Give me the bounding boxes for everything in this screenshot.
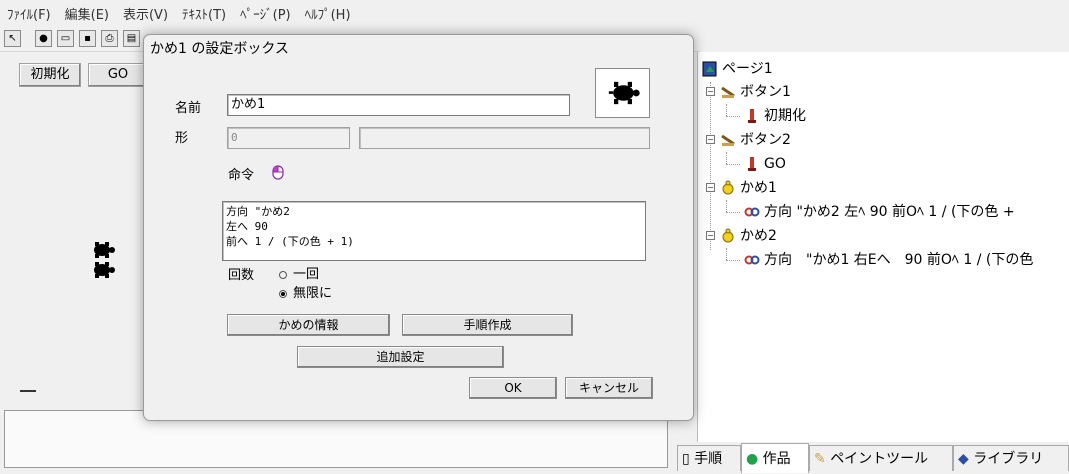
script-line: 方向 "かめ2 [226,205,290,218]
infinite-loop-icon [744,207,760,217]
tree-line [710,82,711,250]
tree-item-turtle1[interactable]: かめ1 [720,177,777,199]
collapse-icon[interactable]: − [706,87,715,96]
brush-icon: ✎ [814,451,831,467]
tree-label-page: ページ1 [722,61,773,77]
tree-label-button2: ボタン2 [740,132,791,148]
menu-edit[interactable]: 編集(E) [58,4,116,23]
command-script-field[interactable]: 方向 "かめ2 左へ 90 前へ 1 / (下の色 + 1) [222,201,646,261]
print-icon[interactable]: ⎙ [101,30,118,47]
page-icon [702,61,717,77]
radio-infinite-indicator [279,289,287,298]
command-label: 命令 [228,168,255,183]
tab-paint-tool[interactable]: ✎ ペイントツール [809,445,953,471]
infinite-loop-icon [744,255,760,265]
script-icon [748,109,756,123]
globe-icon[interactable]: ● [35,30,52,47]
globe-icon: ● [746,451,763,467]
radio-once[interactable]: 一回 [279,263,319,282]
count-label: 回数 [228,268,255,283]
tab-library-label: ライブラリ [973,451,1044,467]
button-object-icon [721,86,735,98]
ok-button[interactable]: OK [469,377,557,399]
tree-line [726,260,740,261]
tab-paint-tool-label: ペイントツール [830,451,929,467]
pointer-icon[interactable]: ↖ [4,30,21,47]
tree-label-turtle1-script: 方向 "かめ2 左ﾍ 90 前Oﾍ 1 / (下の色 + [764,204,1015,220]
tree-line [726,104,727,116]
tab-library[interactable]: ◆ ライブラリ [953,445,1069,471]
script-line: 前へ 1 / (下の色 + 1) [226,235,354,248]
open-folder-icon[interactable]: ▭ [57,30,74,47]
collapse-icon[interactable]: − [706,135,715,144]
collapse-icon[interactable]: − [706,183,715,192]
shape-number-field[interactable]: 0 [227,127,350,149]
turtle-settings-dialog: かめ1 の設定ボックス 名前 かめ1 形 0 命令 方向 "かめ2 左へ 90 … [143,34,694,421]
name-label: 名前 [175,101,202,116]
tree-label-button1-script: 初期化 [764,108,806,124]
tree-item-button2[interactable]: ボタン2 [720,129,791,151]
save-icon[interactable]: ▪ [79,30,96,47]
tree-line [726,200,727,212]
tree-item-turtle2[interactable]: かめ2 [720,225,777,247]
radio-infinite[interactable]: 無限に [279,282,332,301]
menu-view[interactable]: 表示(V) [116,4,175,23]
tree-line [726,212,740,213]
tree-line [726,248,727,260]
tree-label-turtle2-script: 方向 "かめ1 右Eへ 90 前Oﾍ 1 / (下の色 [764,252,1034,268]
menu-file[interactable]: ﾌｧｲﾙ(F) [0,4,58,23]
turtle-preview[interactable] [595,68,650,118]
tab-works[interactable]: ● 作品 [741,443,809,473]
tab-bar: ▯ 手順 ● 作品 ✎ ペイントツール ◆ ライブラリ [675,443,1069,474]
init-button[interactable]: 初期化 [19,63,81,87]
tree-item-page[interactable]: ページ1 [702,58,773,80]
turtle-object-icon [722,180,734,195]
menu-help[interactable]: ﾍﾙﾌﾟ(H) [298,4,358,23]
dialog-title: かめ1 の設定ボックス [150,41,289,57]
toolbar-icon[interactable]: ▤ [123,30,140,47]
tab-works-label: 作品 [762,451,791,467]
menu-page[interactable]: ﾍﾟｰｼﾞ(P) [233,4,297,23]
menu-text[interactable]: ﾃｷｽﾄ(T) [175,4,233,23]
shapes-icon: ◆ [958,451,974,467]
turtle-info-button[interactable]: かめの情報 [227,314,390,336]
turtle-sprite-2[interactable] [92,261,116,279]
script-line: 左へ 90 [226,220,268,233]
tab-procedure-label: 手順 [694,451,723,467]
button-object-icon [721,134,735,146]
tree-item-button1[interactable]: ボタン1 [720,81,791,103]
name-field[interactable]: かめ1 [227,94,570,116]
shape-label: 形 [175,131,189,146]
menu-bar: ﾌｧｲﾙ(F) 編集(E) 表示(V) ﾃｷｽﾄ(T) ﾍﾟｰｼﾞ(P) ﾍﾙﾌ… [0,0,1069,27]
go-button[interactable]: GO [88,63,148,87]
radio-once-indicator [279,270,287,279]
additional-settings-button[interactable]: 追加設定 [297,346,504,368]
tree-label-button2-script: GO [764,156,786,172]
turtle-sprite-1[interactable] [92,241,116,259]
shape-name-field[interactable] [359,127,650,149]
cancel-button[interactable]: キャンセル [565,377,653,399]
script-icon [748,157,756,171]
tree-label-turtle2: かめ2 [740,228,777,244]
project-tree: ページ1 − ボタン1 初期化 − ボタン2 GO − かめ1 方向 "かめ2 … [697,52,1069,442]
tree-line [726,152,727,164]
tree-line [726,164,740,165]
create-procedure-button[interactable]: 手順作成 [402,314,573,336]
book-icon: ▯ [682,451,695,467]
turtle-icon [608,81,640,105]
radio-once-label: 一回 [293,267,320,282]
radio-infinite-label: 無限に [293,286,333,301]
tab-procedure[interactable]: ▯ 手順 [677,445,741,471]
tree-item-turtle2-script[interactable]: 方向 "かめ1 右Eへ 90 前Oﾍ 1 / (下の色 [744,249,1033,271]
tree-label-button1: ボタン1 [740,84,791,100]
mouse-icon[interactable] [272,165,284,180]
tree-item-turtle1-script[interactable]: 方向 "かめ2 左ﾍ 90 前Oﾍ 1 / (下の色 + [744,201,1015,223]
tree-line [726,116,740,117]
tree-label-turtle1: かめ1 [740,180,777,196]
tree-item-button1-script[interactable]: 初期化 [744,105,806,127]
turtle-object-icon [722,228,734,243]
collapse-icon[interactable]: − [706,231,715,240]
stage-divider [20,390,36,392]
tree-item-button2-script[interactable]: GO [744,153,786,175]
